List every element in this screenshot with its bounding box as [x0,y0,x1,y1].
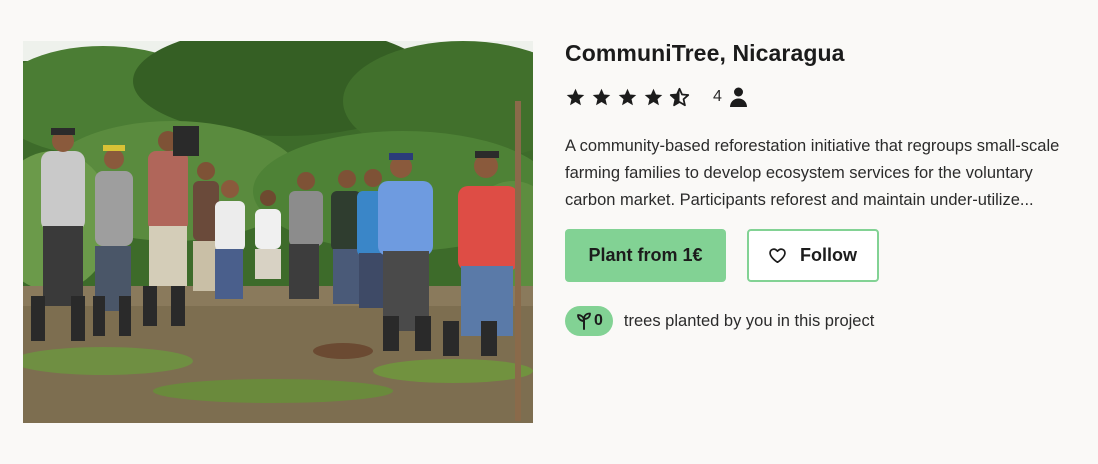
tree-sprout-icon [577,312,591,330]
trees-planted-row: 0 trees planted by you in this project [565,306,1075,336]
star-half-icon [669,87,690,106]
plant-button[interactable]: Plant from 1€ [565,229,726,282]
star-icon [592,88,611,105]
trees-planted-text: trees planted by you in this project [623,311,875,330]
trees-count: 0 [594,312,603,329]
project-description: A community-based reforestation initiati… [565,137,1060,209]
project-photo-illustration [23,41,533,423]
star-icon [618,88,637,105]
project-title[interactable]: CommuniTree, Nicaragua [565,40,1075,67]
project-photo[interactable] [23,41,533,423]
follow-label: Follow [800,245,857,265]
action-buttons: Plant from 1€ Follow [565,229,1075,282]
project-card: CommuniTree, Nicaragua 4 A community-bas… [0,0,1098,464]
project-info: CommuniTree, Nicaragua 4 A community-bas… [565,40,1075,336]
rating-count: 4 [713,88,722,105]
trees-count-badge: 0 [565,306,613,336]
rating-row: 4 [565,85,1075,109]
heart-outline-icon [769,248,786,263]
star-icon [566,88,585,105]
person-icon [729,87,747,107]
star-icon [644,88,663,105]
follow-button[interactable]: Follow [747,229,879,282]
